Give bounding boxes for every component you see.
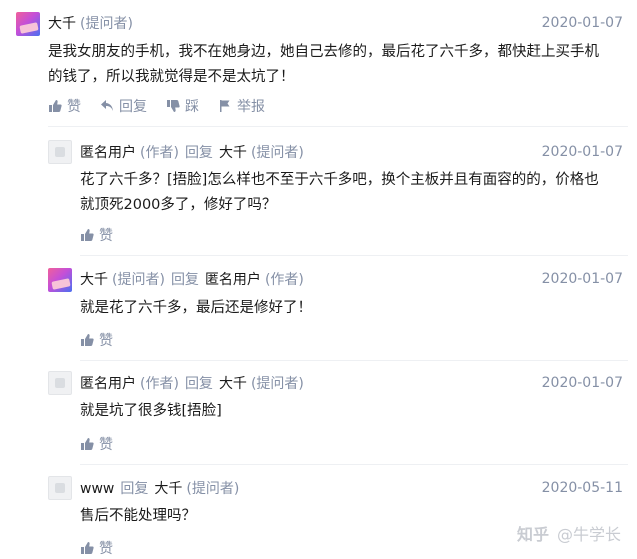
reply-to-role: (作者) bbox=[264, 272, 304, 288]
comment-header: 匿名用户 (作者) 回复 大千 (提问者) bbox=[80, 144, 304, 162]
report-label: 举报 bbox=[237, 99, 265, 115]
like-button[interactable]: 赞 bbox=[80, 434, 113, 454]
like-label: 赞 bbox=[99, 541, 113, 557]
thumbs-down-icon bbox=[167, 100, 180, 112]
comment-header: 大千 (提问者) bbox=[48, 15, 133, 33]
flag-icon bbox=[220, 100, 230, 112]
comment-date: 2020-01-07 bbox=[541, 15, 623, 31]
author-name[interactable]: www bbox=[80, 480, 114, 498]
comment-actions: 赞 bbox=[80, 434, 132, 454]
author-name[interactable]: 匿名用户 bbox=[80, 144, 136, 162]
comment-root: 大千 (提问者) 2020-01-07 是我女朋友的手机，我不在她身边，她自己去… bbox=[0, 0, 637, 122]
avatar[interactable] bbox=[48, 371, 72, 395]
avatar[interactable] bbox=[48, 268, 72, 292]
reply-to-role: (提问者) bbox=[250, 376, 304, 392]
reply-word: 回复 bbox=[120, 481, 149, 497]
report-button[interactable]: 举报 bbox=[218, 96, 265, 116]
like-label: 赞 bbox=[99, 228, 113, 244]
comment-date: 2020-01-07 bbox=[541, 271, 623, 287]
comment-thread: 大千 (提问者) 2020-01-07 是我女朋友的手机，我不在她身边，她自己去… bbox=[0, 0, 637, 559]
comment-body: 就是坑了很多钱[捂脸] bbox=[80, 399, 625, 424]
comment-header: 匿名用户 (作者) 回复 大千 (提问者) bbox=[80, 375, 304, 393]
comment-header: www 回复 大千 (提问者) bbox=[80, 480, 239, 498]
like-label: 赞 bbox=[99, 333, 113, 349]
comment-actions: 赞 bbox=[80, 538, 132, 558]
dislike-button[interactable]: 踩 bbox=[166, 96, 199, 116]
reply-to-name[interactable]: 大千 bbox=[219, 144, 247, 162]
thumbs-up-icon bbox=[81, 542, 94, 554]
reply-to-role: (提问者) bbox=[250, 145, 304, 161]
reply-to-name[interactable]: 大千 bbox=[219, 375, 247, 393]
author-role: (作者) bbox=[140, 376, 179, 392]
reply-icon bbox=[101, 100, 113, 111]
author-name[interactable]: 大千 bbox=[48, 15, 76, 33]
comment-body: 是我女朋友的手机，我不在她身边，她自己去修的，最后花了六千多，都快赶上买手机 的… bbox=[48, 40, 628, 90]
author-role: (提问者) bbox=[112, 272, 165, 288]
avatar[interactable] bbox=[48, 476, 72, 500]
reply-to-name[interactable]: 大千 bbox=[154, 480, 182, 498]
reply-button[interactable]: 回复 bbox=[100, 96, 147, 116]
comment-text-line: 就顶死2000多了，修好了吗？ bbox=[80, 197, 277, 213]
comment-body: 花了六千多？[捂脸]怎么样也不至于六千多吧，换个主板并且有面容的的，价格也 就顶… bbox=[80, 168, 625, 218]
reply-word: 回复 bbox=[170, 272, 199, 288]
like-button[interactable]: 赞 bbox=[80, 538, 113, 558]
author-name[interactable]: 匿名用户 bbox=[80, 375, 136, 393]
reply-word: 回复 bbox=[184, 145, 213, 161]
reply-label: 回复 bbox=[119, 99, 147, 115]
comment-text-line: 是我女朋友的手机，我不在她身边，她自己去修的，最后花了六千多，都快赶上买手机 bbox=[48, 44, 599, 60]
thumbs-up-icon bbox=[81, 334, 94, 346]
comment-header: 大千 (提问者) 回复 匿名用户 (作者) bbox=[80, 271, 304, 289]
like-button[interactable]: 赞 bbox=[80, 225, 113, 245]
author-name[interactable]: 大千 bbox=[80, 271, 108, 289]
comment-actions: 赞 bbox=[80, 330, 132, 350]
comment-text-line: 就是花了六千多，最后还是修好了！ bbox=[80, 300, 312, 316]
reply-comment: 大千 (提问者) 回复 匿名用户 (作者) 2020-01-07 就是花了六千多… bbox=[40, 248, 637, 352]
author-role: (作者) bbox=[140, 145, 179, 161]
watermark: 知乎 @牛学长 bbox=[517, 521, 621, 545]
thumbs-up-icon bbox=[49, 100, 62, 112]
comment-actions: 赞 回复 踩 举报 bbox=[48, 96, 284, 116]
comment-date: 2020-05-11 bbox=[541, 480, 623, 496]
comment-date: 2020-01-07 bbox=[541, 375, 623, 391]
like-label: 赞 bbox=[67, 99, 81, 115]
thumbs-up-icon bbox=[81, 438, 94, 450]
comment-text-line: 花了六千多？[捂脸]怎么样也不至于六千多吧，换个主板并且有面容的的，价格也 bbox=[80, 172, 599, 188]
comment-body: 就是花了六千多，最后还是修好了！ bbox=[80, 296, 625, 321]
reply-comment: 匿名用户 (作者) 回复 大千 (提问者) 2020-01-07 就是坑了很多钱… bbox=[40, 355, 637, 455]
thumbs-up-icon bbox=[81, 229, 94, 241]
reply-comment: 匿名用户 (作者) 回复 大千 (提问者) 2020-01-07 花了六千多？[… bbox=[40, 122, 637, 244]
zhihu-logo: 知乎 bbox=[516, 525, 549, 544]
watermark-user: @牛学长 bbox=[556, 525, 621, 544]
reply-to-name[interactable]: 匿名用户 bbox=[205, 271, 261, 289]
comment-date: 2020-01-07 bbox=[541, 144, 623, 160]
like-button[interactable]: 赞 bbox=[48, 96, 81, 116]
reply-word: 回复 bbox=[184, 376, 213, 392]
dislike-label: 踩 bbox=[185, 99, 199, 115]
avatar[interactable] bbox=[48, 140, 72, 164]
like-label: 赞 bbox=[99, 437, 113, 453]
reply-to-role: (提问者) bbox=[186, 481, 240, 497]
avatar[interactable] bbox=[16, 12, 40, 36]
author-role: (提问者) bbox=[80, 16, 133, 32]
comment-actions: 赞 bbox=[80, 225, 132, 245]
comment-text-line: 就是坑了很多钱[捂脸] bbox=[80, 403, 222, 419]
like-button[interactable]: 赞 bbox=[80, 330, 113, 350]
comment-text-line: 的钱了，所以我就觉得是不是太坑了！ bbox=[48, 69, 295, 85]
